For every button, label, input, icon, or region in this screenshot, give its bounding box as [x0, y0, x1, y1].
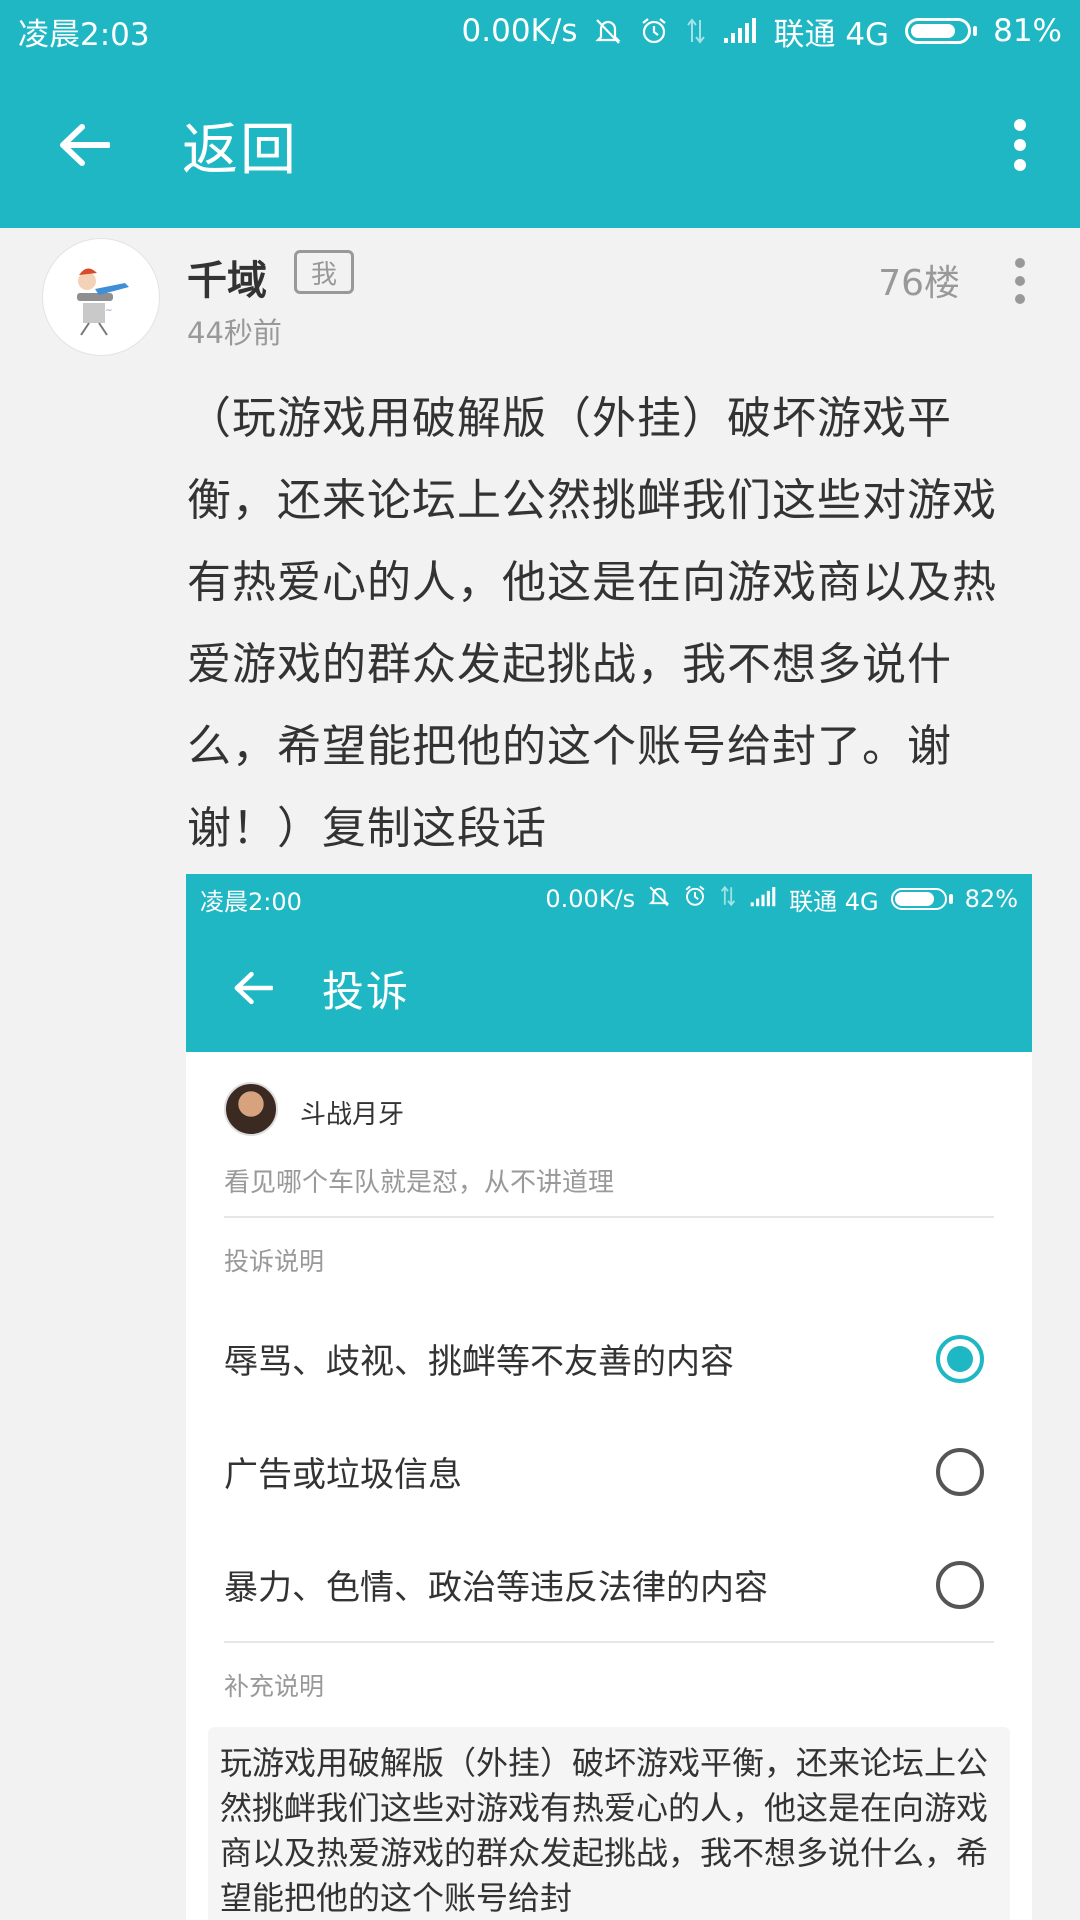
me-badge: 我	[294, 250, 354, 294]
status-bar: 凌晨2:03 0.00K/s 联通 4G 81%	[0, 0, 1080, 62]
complaint-option: 辱骂、歧视、挑衅等不友善的内容	[224, 1302, 994, 1415]
reported-user: 斗战月牙 看见哪个车队就是怼，从不讲道理	[224, 1052, 994, 1218]
post-more-button[interactable]	[1010, 258, 1030, 304]
screenshot-status-bar: 凌晨2:00 0.00K/s 联通 4G 82%	[186, 874, 1032, 924]
screenshot-app-bar: 投诉	[186, 924, 1032, 1052]
carrier-label: 联通 4G	[773, 16, 890, 53]
post-username[interactable]: 千域	[187, 248, 267, 306]
signal-icon	[723, 18, 757, 44]
complaint-option: 暴力、色情、政治等违反法律的内容	[224, 1528, 994, 1641]
data-transfer-icon	[685, 16, 707, 46]
reported-user-signature: 看见哪个车队就是怼，从不讲道理	[224, 1168, 615, 1198]
app-bar: 返回	[0, 62, 1080, 228]
post-content: （玩游戏用破解版（外挂）破坏游戏平衡，还来论坛上公然挑衅我们这些对游戏有热爱心的…	[187, 393, 997, 854]
back-arrow-icon	[234, 971, 273, 1005]
screenshot-back-button	[228, 963, 278, 1013]
screenshot-carrier-label: 联通 4G	[789, 887, 879, 916]
back-arrow-icon	[60, 124, 110, 166]
more-dot	[1014, 119, 1026, 131]
screenshot-network-speed: 0.00K/s	[545, 885, 636, 913]
more-dot	[1015, 258, 1025, 268]
radio-unselected-icon	[936, 1447, 984, 1496]
complaint-option-label: 广告或垃圾信息	[224, 1455, 462, 1495]
signal-icon	[749, 885, 777, 913]
overflow-menu-button[interactable]	[1000, 105, 1040, 185]
reported-user-avatar	[224, 1082, 278, 1136]
battery-icon	[905, 18, 978, 44]
complaint-section-label: 投诉说明	[224, 1247, 325, 1276]
complaint-option-label: 辱骂、歧视、挑衅等不友善的内容	[224, 1342, 734, 1382]
more-dot	[1015, 276, 1025, 286]
mute-bell-icon	[593, 16, 623, 46]
attached-screenshot[interactable]: 凌晨2:00 0.00K/s 联通 4G 82% 投诉 斗战月牙 看见哪个车队就…	[186, 874, 1032, 1920]
screenshot-status-icons: 0.00K/s 联通 4G 82%	[545, 882, 1018, 917]
user-avatar[interactable]: ~	[42, 238, 160, 356]
complaint-option-label: 暴力、色情、政治等违反法律的内容	[224, 1568, 768, 1608]
back-button[interactable]	[44, 105, 124, 185]
radio-unselected-icon	[936, 1560, 984, 1609]
reported-user-name: 斗战月牙	[300, 1100, 405, 1130]
complaint-option: 广告或垃圾信息	[224, 1415, 994, 1528]
data-transfer-icon	[719, 884, 737, 914]
screenshot-app-bar-title: 投诉	[322, 966, 411, 1016]
status-icons: 0.00K/s 联通 4G 81%	[462, 9, 1062, 54]
avatar-illustration-icon: ~	[77, 268, 129, 336]
more-dot	[1015, 294, 1025, 304]
floor-number: 76楼	[878, 263, 960, 304]
supplement-section-label: 补充说明	[224, 1672, 325, 1701]
status-time: 凌晨2:03	[18, 16, 150, 53]
radio-selected-icon	[936, 1334, 984, 1383]
post-time: 44秒前	[187, 316, 282, 350]
battery-percent: 81%	[993, 13, 1062, 49]
screenshot-status-time: 凌晨2:00	[200, 887, 302, 916]
network-speed: 0.00K/s	[461, 13, 578, 49]
svg-text:~: ~	[105, 306, 113, 316]
mute-bell-icon	[647, 884, 671, 914]
more-dot	[1014, 139, 1026, 151]
app-bar-title[interactable]: 返回	[182, 105, 298, 186]
battery-icon	[890, 888, 953, 910]
alarm-icon	[639, 16, 669, 46]
more-dot	[1014, 159, 1026, 171]
supplement-textarea: 玩游戏用破解版（外挂）破坏游戏平衡，还来论坛上公然挑衅我们这些对游戏有热爱心的人…	[208, 1727, 1010, 1920]
screenshot-battery-percent: 82%	[964, 885, 1018, 913]
alarm-icon	[683, 884, 707, 914]
complaint-options: 辱骂、歧视、挑衅等不友善的内容 广告或垃圾信息 暴力、色情、政治等违反法律的内容	[224, 1302, 994, 1643]
